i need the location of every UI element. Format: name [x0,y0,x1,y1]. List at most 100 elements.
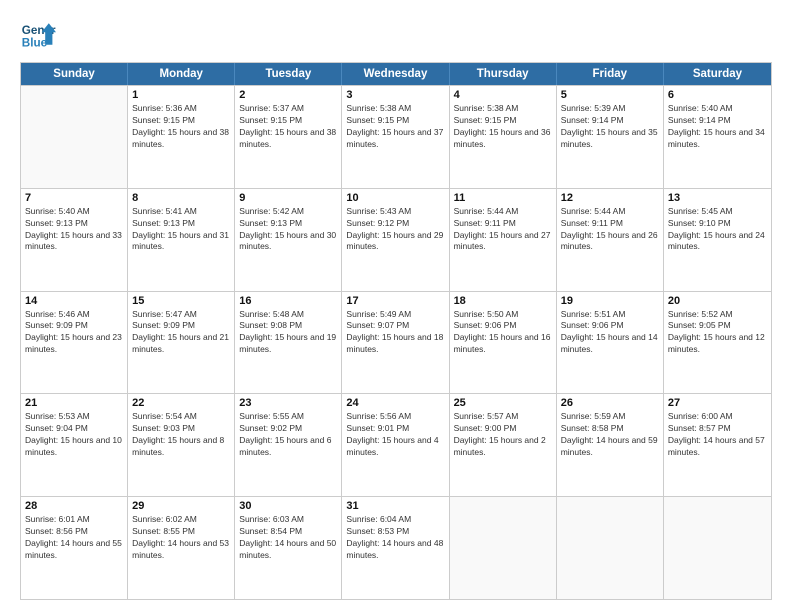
day-cell-24: 24 Sunrise: 5:56 AMSunset: 9:01 PMDayligh… [342,394,449,496]
day-number: 8 [132,192,230,204]
day-info: Sunrise: 5:53 AMSunset: 9:04 PMDaylight:… [25,411,123,459]
day-info: Sunrise: 5:59 AMSunset: 8:58 PMDaylight:… [561,411,659,459]
header-day-sunday: Sunday [21,63,128,85]
day-number: 1 [132,89,230,101]
day-number: 7 [25,192,123,204]
day-info: Sunrise: 5:38 AMSunset: 9:15 PMDaylight:… [346,103,444,151]
page: General Blue SundayMondayTuesdayWednesda… [0,0,792,612]
day-cell-7: 7 Sunrise: 5:40 AMSunset: 9:13 PMDaylight… [21,189,128,291]
day-number: 6 [668,89,767,101]
day-number: 21 [25,397,123,409]
day-cell-18: 18Sunrise: 5:50 AMSunset: 9:06 PMDayligh… [450,292,557,394]
day-info: Sunrise: 6:01 AMSunset: 8:56 PMDaylight:… [25,514,123,562]
day-number: 10 [346,192,444,204]
day-info: Sunrise: 5:42 AMSunset: 9:13 PMDaylight:… [239,206,337,254]
day-cell-12: 12 Sunrise: 5:44 AMSunset: 9:11 PMDayligh… [557,189,664,291]
calendar-header: SundayMondayTuesdayWednesdayThursdayFrid… [21,63,771,85]
week-row-5: 28Sunrise: 6:01 AMSunset: 8:56 PMDayligh… [21,496,771,599]
header: General Blue [20,16,772,52]
day-info: Sunrise: 6:03 AMSunset: 8:54 PMDaylight:… [239,514,337,562]
day-info: Sunrise: 5:45 AMSunset: 9:10 PMDaylight:… [668,206,767,254]
day-number: 29 [132,500,230,512]
day-cell-29: 29 Sunrise: 6:02 AMSunset: 8:55 PMDayligh… [128,497,235,599]
calendar: SundayMondayTuesdayWednesdayThursdayFrid… [20,62,772,600]
day-number: 23 [239,397,337,409]
day-number: 19 [561,295,659,307]
day-number: 26 [561,397,659,409]
week-row-3: 14Sunrise: 5:46 AMSunset: 9:09 PMDayligh… [21,291,771,394]
day-info: Sunrise: 5:44 AMSunset: 9:11 PMDaylight:… [454,206,552,254]
day-number: 11 [454,192,552,204]
day-cell-27: 27 Sunrise: 6:00 AMSunset: 8:57 PMDayligh… [664,394,771,496]
day-cell-9: 9 Sunrise: 5:42 AMSunset: 9:13 PMDaylight… [235,189,342,291]
week-row-1: 1 Sunrise: 5:36 AMSunset: 9:15 PMDaylight… [21,85,771,188]
day-info: Sunrise: 5:40 AMSunset: 9:14 PMDaylight:… [668,103,767,151]
day-number: 22 [132,397,230,409]
header-day-friday: Friday [557,63,664,85]
day-number: 16 [239,295,337,307]
day-number: 15 [132,295,230,307]
day-number: 9 [239,192,337,204]
empty-cell [21,86,128,188]
day-info: Sunrise: 5:44 AMSunset: 9:11 PMDaylight:… [561,206,659,254]
day-cell-20: 20 Sunrise: 5:52 AMSunset: 9:05 PMDayligh… [664,292,771,394]
day-info: Sunrise: 5:51 AMSunset: 9:06 PMDaylight:… [561,309,659,357]
day-number: 30 [239,500,337,512]
day-info: Sunrise: 5:49 AMSunset: 9:07 PMDaylight:… [346,309,444,357]
day-number: 18 [454,295,552,307]
day-cell-23: 23 Sunrise: 5:55 AMSunset: 9:02 PMDayligh… [235,394,342,496]
day-cell-25: 25Sunrise: 5:57 AMSunset: 9:00 PMDayligh… [450,394,557,496]
svg-text:Blue: Blue [22,37,48,50]
day-cell-30: 30 Sunrise: 6:03 AMSunset: 8:54 PMDayligh… [235,497,342,599]
week-row-4: 21 Sunrise: 5:53 AMSunset: 9:04 PMDayligh… [21,393,771,496]
day-number: 12 [561,192,659,204]
day-info: Sunrise: 6:04 AMSunset: 8:53 PMDaylight:… [346,514,444,562]
day-info: Sunrise: 5:47 AMSunset: 9:09 PMDaylight:… [132,309,230,357]
day-number: 4 [454,89,552,101]
day-info: Sunrise: 5:37 AMSunset: 9:15 PMDaylight:… [239,103,337,151]
day-info: Sunrise: 5:52 AMSunset: 9:05 PMDaylight:… [668,309,767,357]
day-info: Sunrise: 6:00 AMSunset: 8:57 PMDaylight:… [668,411,767,459]
day-info: Sunrise: 6:02 AMSunset: 8:55 PMDaylight:… [132,514,230,562]
day-info: Sunrise: 5:40 AMSunset: 9:13 PMDaylight:… [25,206,123,254]
day-cell-5: 5 Sunrise: 5:39 AMSunset: 9:14 PMDaylight… [557,86,664,188]
day-cell-19: 19 Sunrise: 5:51 AMSunset: 9:06 PMDayligh… [557,292,664,394]
day-info: Sunrise: 5:55 AMSunset: 9:02 PMDaylight:… [239,411,337,459]
logo-icon: General Blue [20,16,56,52]
day-cell-10: 10 Sunrise: 5:43 AMSunset: 9:12 PMDayligh… [342,189,449,291]
day-cell-6: 6 Sunrise: 5:40 AMSunset: 9:14 PMDaylight… [664,86,771,188]
week-row-2: 7 Sunrise: 5:40 AMSunset: 9:13 PMDaylight… [21,188,771,291]
day-number: 27 [668,397,767,409]
day-info: Sunrise: 5:36 AMSunset: 9:15 PMDaylight:… [132,103,230,151]
logo: General Blue [20,16,56,52]
day-cell-11: 11 Sunrise: 5:44 AMSunset: 9:11 PMDayligh… [450,189,557,291]
day-cell-3: 3 Sunrise: 5:38 AMSunset: 9:15 PMDaylight… [342,86,449,188]
day-cell-28: 28Sunrise: 6:01 AMSunset: 8:56 PMDayligh… [21,497,128,599]
day-number: 20 [668,295,767,307]
day-number: 2 [239,89,337,101]
day-cell-4: 4Sunrise: 5:38 AMSunset: 9:15 PMDaylight… [450,86,557,188]
day-info: Sunrise: 5:43 AMSunset: 9:12 PMDaylight:… [346,206,444,254]
calendar-body: 1 Sunrise: 5:36 AMSunset: 9:15 PMDaylight… [21,85,771,599]
day-info: Sunrise: 5:39 AMSunset: 9:14 PMDaylight:… [561,103,659,151]
day-cell-14: 14Sunrise: 5:46 AMSunset: 9:09 PMDayligh… [21,292,128,394]
day-info: Sunrise: 5:46 AMSunset: 9:09 PMDaylight:… [25,309,123,357]
day-number: 24 [346,397,444,409]
day-cell-17: 17 Sunrise: 5:49 AMSunset: 9:07 PMDayligh… [342,292,449,394]
day-cell-21: 21 Sunrise: 5:53 AMSunset: 9:04 PMDayligh… [21,394,128,496]
day-number: 5 [561,89,659,101]
header-day-saturday: Saturday [664,63,771,85]
day-cell-26: 26 Sunrise: 5:59 AMSunset: 8:58 PMDayligh… [557,394,664,496]
day-number: 17 [346,295,444,307]
day-cell-15: 15 Sunrise: 5:47 AMSunset: 9:09 PMDayligh… [128,292,235,394]
day-info: Sunrise: 5:56 AMSunset: 9:01 PMDaylight:… [346,411,444,459]
day-cell-2: 2 Sunrise: 5:37 AMSunset: 9:15 PMDaylight… [235,86,342,188]
day-cell-1: 1 Sunrise: 5:36 AMSunset: 9:15 PMDaylight… [128,86,235,188]
empty-cell [450,497,557,599]
day-info: Sunrise: 5:41 AMSunset: 9:13 PMDaylight:… [132,206,230,254]
day-cell-8: 8 Sunrise: 5:41 AMSunset: 9:13 PMDaylight… [128,189,235,291]
day-cell-31: 31 Sunrise: 6:04 AMSunset: 8:53 PMDayligh… [342,497,449,599]
day-number: 3 [346,89,444,101]
header-day-thursday: Thursday [450,63,557,85]
day-number: 31 [346,500,444,512]
